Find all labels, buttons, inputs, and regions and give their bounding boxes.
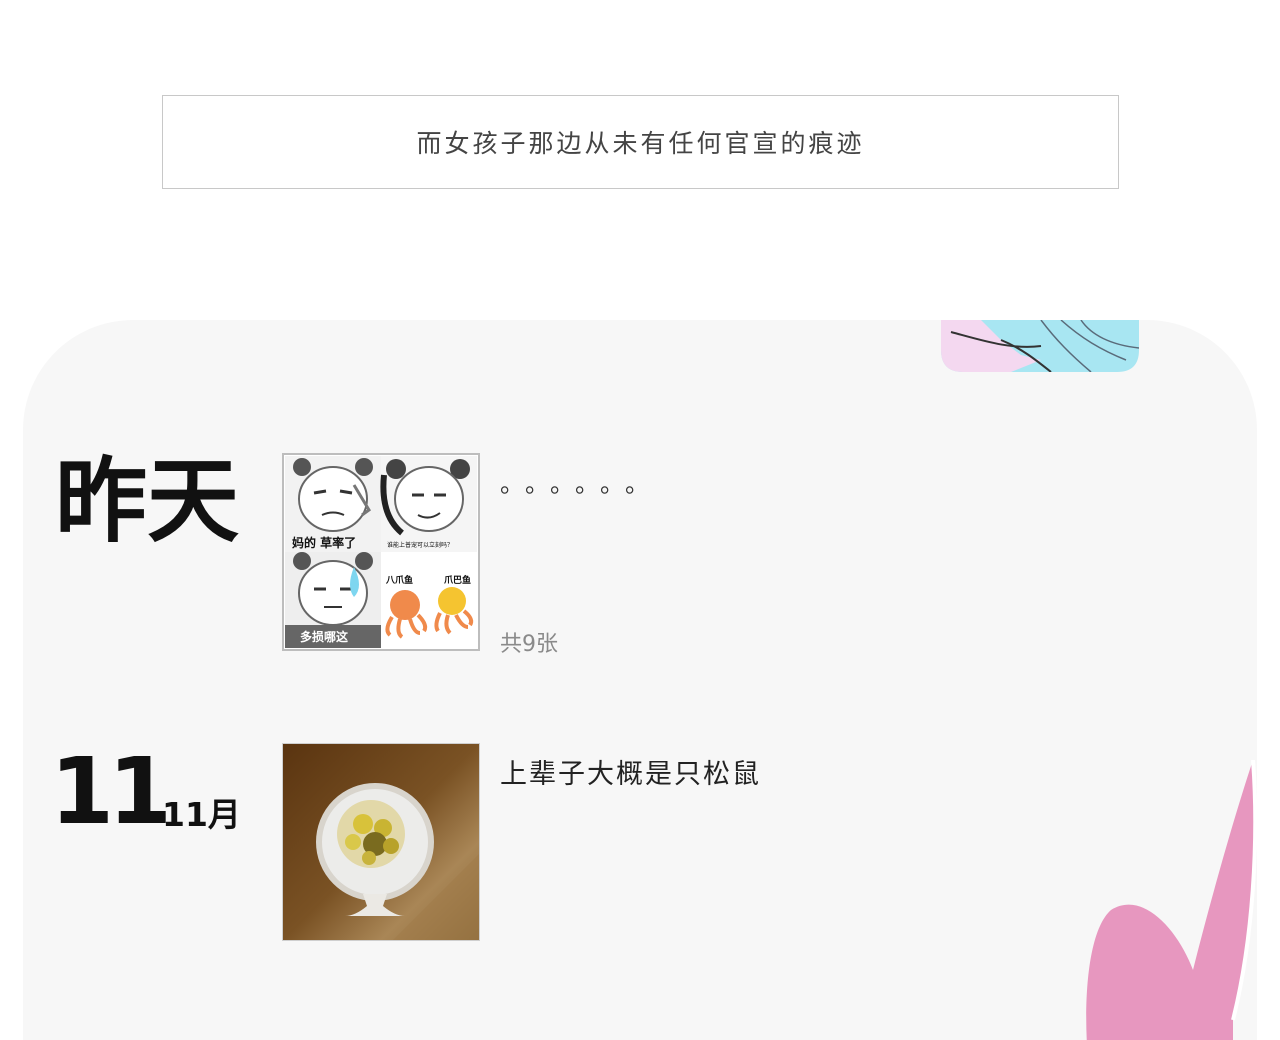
meme-panda-2	[380, 456, 477, 552]
date-month: 11月	[162, 795, 241, 834]
collage-caption-5: 爪巴鱼	[444, 574, 471, 586]
collage-caption-4: 八爪鱼	[385, 574, 413, 586]
caption-text: 而女孩子那边从未有任何官宣的痕迹	[416, 129, 865, 158]
caption-box: 而女孩子那边从未有任何官宣的痕迹	[162, 95, 1119, 189]
pink-decoration-shape	[1086, 760, 1257, 1040]
anime-illustration-fragment	[941, 320, 1139, 372]
date-day: 11	[50, 738, 172, 845]
collage-caption-3: 多损哪这	[300, 629, 348, 644]
collage-caption-2: 谁能上普宠可以立刻吗？	[387, 541, 453, 549]
meme-octopus	[381, 552, 477, 648]
post-image-drawing[interactable]	[282, 743, 480, 941]
post-image-collage[interactable]: 妈的 草率了 谁能上普宠可以立刻吗？ 多损哪这 八爪鱼 爪巴鱼	[282, 453, 480, 651]
post-text-2[interactable]: 上辈子大概是只松鼠	[500, 752, 761, 791]
collage-caption-1: 妈的 草率了	[292, 535, 356, 550]
image-count: 共9张	[500, 632, 558, 657]
date-label-yesterday: 昨天	[55, 448, 240, 555]
timeline-panel	[23, 320, 1257, 1040]
post-text-1[interactable]: 。。。。。。	[500, 464, 662, 499]
